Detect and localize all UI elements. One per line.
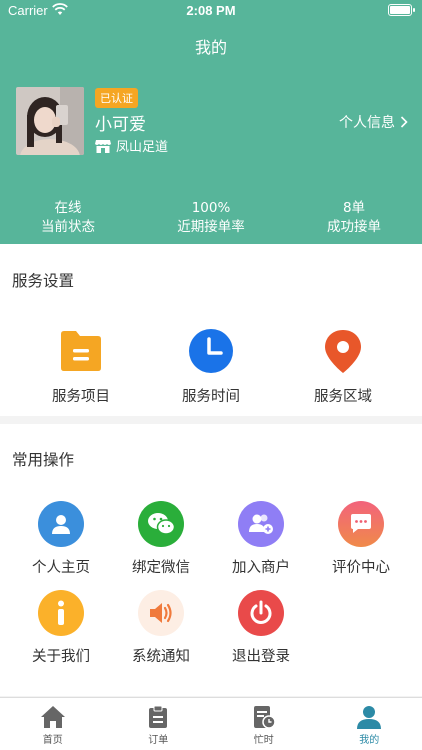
bind-wechat-button[interactable]: 绑定微信: [111, 501, 211, 577]
join-merchant-button[interactable]: 加入商户: [211, 501, 311, 577]
tab-orders[interactable]: 订单: [106, 698, 212, 750]
chevron-right-icon: [400, 116, 408, 128]
tab-label: 我的: [359, 735, 380, 746]
logout-button[interactable]: 退出登录: [211, 590, 311, 666]
status-time: 2:08 PM: [186, 3, 236, 18]
stat-value: 8单: [342, 200, 366, 216]
clipboard-icon: [149, 705, 168, 728]
operation-label: 个人主页: [32, 560, 90, 576]
operation-label: 关于我们: [32, 649, 90, 665]
operation-label: 退出登录: [232, 649, 290, 665]
shop-row: 凤山足道: [95, 136, 168, 155]
stat-label: 成功接单: [327, 219, 381, 235]
personal-homepage-button[interactable]: 个人主页: [11, 501, 111, 577]
system-notice-button[interactable]: 系统通知: [111, 590, 211, 666]
service-area-button[interactable]: 服务区域: [293, 328, 393, 406]
tab-bar: 首页 订单 忙时 我的: [0, 697, 422, 750]
tab-busy[interactable]: 忙时: [211, 698, 317, 750]
operation-label: 绑定微信: [132, 560, 190, 576]
stat-acceptance-rate: 100% 近期接单率: [136, 199, 286, 237]
operation-label: 系统通知: [132, 649, 190, 665]
review-center-button[interactable]: 评价中心: [311, 501, 411, 577]
location-pin-icon: [325, 330, 361, 373]
operation-label: 评价中心: [332, 560, 390, 576]
common-operations-section: 常用操作 个人主页 绑定微信 加入商户 评价中心 关于我们 系统通知 退出登录: [0, 424, 422, 696]
store-icon: [95, 139, 111, 153]
service-label: 服务项目: [52, 389, 110, 405]
shop-name: 凤山足道: [116, 140, 169, 155]
service-settings-section: 服务设置 服务项目 服务时间 服务区域: [0, 244, 422, 416]
tab-label: 订单: [148, 735, 169, 746]
personal-info-link[interactable]: 个人信息: [339, 112, 408, 132]
folder-icon: [61, 331, 101, 371]
power-icon: [238, 590, 284, 636]
avatar[interactable]: [16, 87, 84, 155]
operation-label: 加入商户: [232, 560, 290, 576]
stats-row: 在线 当前状态 100% 近期接单率 8单 成功接单: [0, 199, 422, 237]
section-title: 服务设置: [12, 272, 75, 290]
user-name: 小可爱: [95, 115, 146, 135]
stat-value: 在线: [54, 200, 82, 216]
service-time-button[interactable]: 服务时间: [161, 328, 261, 406]
battery-icon: [388, 4, 415, 16]
clock-icon: [189, 329, 233, 373]
profile-icon: [357, 706, 382, 729]
service-label: 服务区域: [314, 389, 372, 405]
user-icon: [38, 501, 84, 547]
service-label: 服务时间: [182, 389, 240, 405]
stat-label: 近期接单率: [177, 219, 245, 235]
stat-status: 在线 当前状态: [0, 199, 136, 237]
section-title: 常用操作: [12, 451, 75, 469]
status-bar: Carrier 2:08 PM: [0, 0, 422, 22]
profile-header: Carrier 2:08 PM 我的 已认证 小可爱 凤山足道 个人信息 在线 …: [0, 0, 422, 244]
about-us-button[interactable]: 关于我们: [11, 590, 111, 666]
service-items-button[interactable]: 服务项目: [31, 328, 131, 406]
wechat-icon: [138, 501, 184, 547]
page-title: 我的: [194, 38, 227, 57]
personal-info-label: 个人信息: [339, 115, 395, 131]
info-icon: [38, 590, 84, 636]
speaker-icon: [138, 590, 184, 636]
schedule-icon: [253, 706, 276, 729]
stat-success-orders: 8单 成功接单: [286, 199, 422, 237]
tab-label: 首页: [42, 735, 63, 746]
users-add-icon: [238, 501, 284, 547]
verified-badge: 已认证: [95, 88, 138, 108]
tab-mine[interactable]: 我的: [317, 698, 422, 750]
comment-icon: [338, 501, 384, 547]
tab-label: 忙时: [253, 735, 274, 746]
home-icon: [40, 706, 65, 728]
stat-label: 当前状态: [41, 219, 95, 235]
stat-value: 100%: [191, 200, 231, 216]
tab-home[interactable]: 首页: [0, 698, 106, 750]
